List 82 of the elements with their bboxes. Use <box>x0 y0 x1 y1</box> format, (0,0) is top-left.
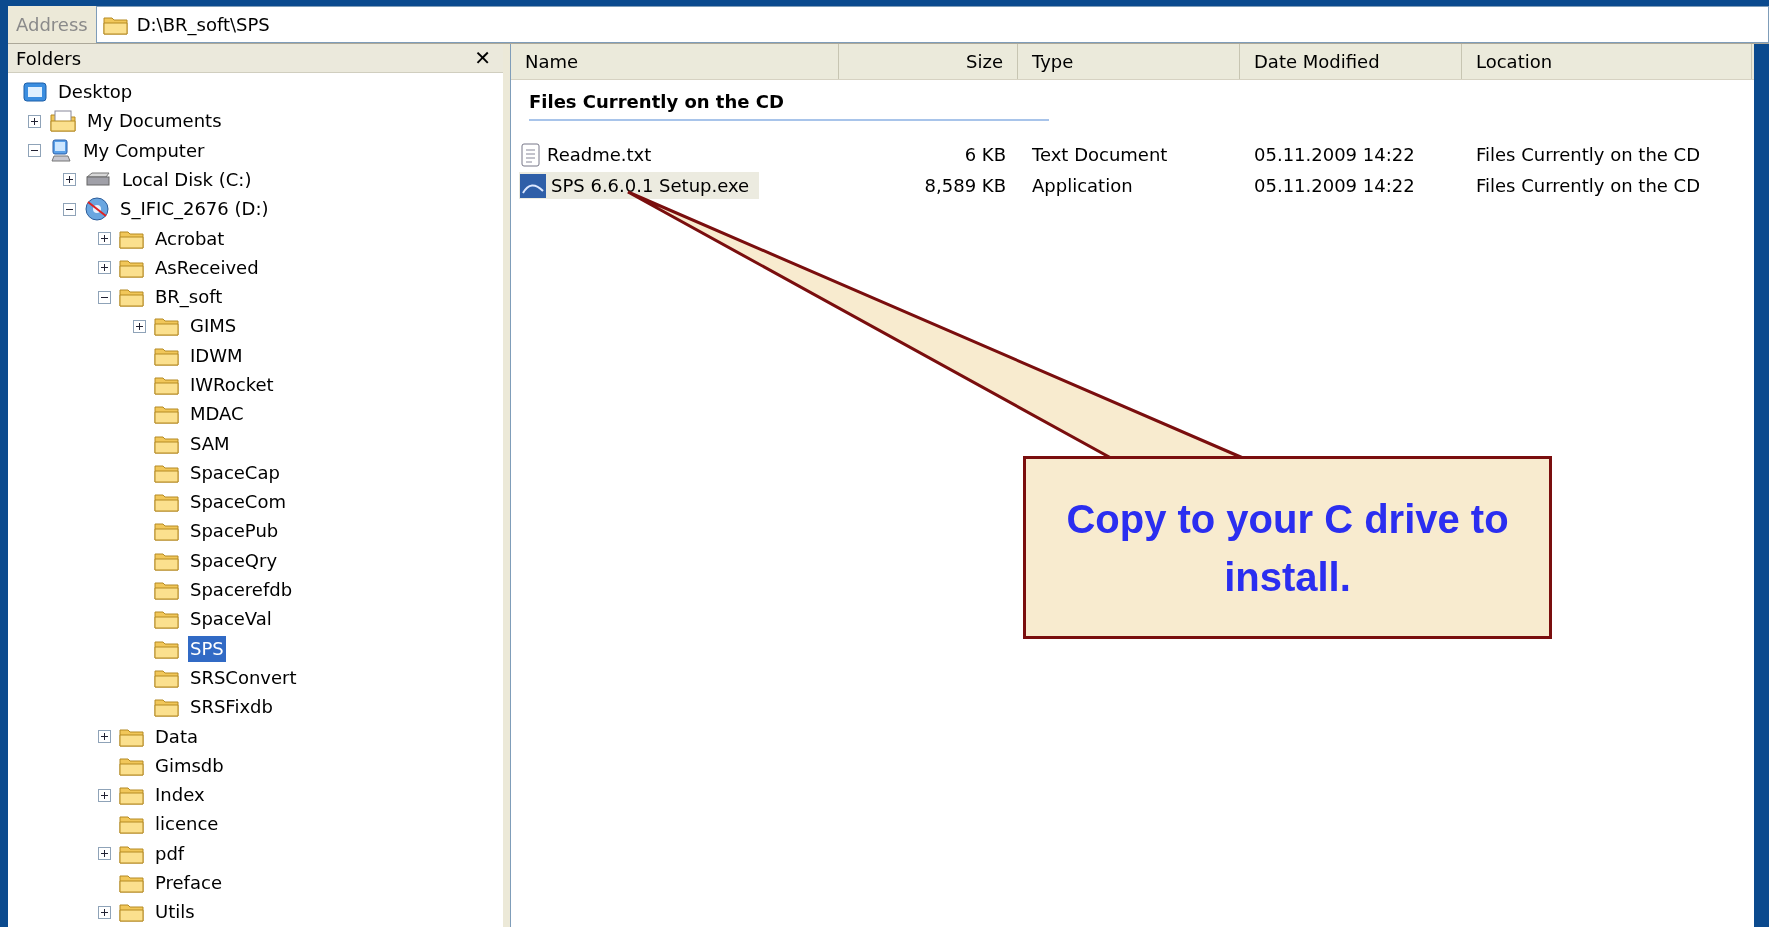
tree-item[interactable]: IWRocket <box>188 372 276 398</box>
table-cell-text: 05.11.2009 14:22 <box>1254 143 1415 167</box>
folder-icon <box>154 374 180 396</box>
tree-item[interactable]: SPS <box>188 635 226 662</box>
table-cell-text: Application <box>1032 174 1133 198</box>
collapse-icon[interactable] <box>63 202 76 216</box>
expand-icon[interactable] <box>133 319 146 333</box>
tree-item[interactable]: pdf <box>153 840 187 867</box>
tree-item[interactable]: SpaceCap <box>188 459 282 486</box>
tree-item[interactable]: My Computer <box>81 137 207 164</box>
expand-icon[interactable] <box>63 173 76 187</box>
folder-icon <box>154 520 180 543</box>
folder-icon <box>154 491 180 514</box>
expand-icon[interactable] <box>28 114 41 128</box>
tree-item[interactable]: Data <box>153 723 200 750</box>
expand-icon[interactable] <box>98 847 111 861</box>
tree-item[interactable]: SpacePub <box>188 518 281 545</box>
file-name[interactable]: SPS 6.6.0.1 Setup.exe <box>519 172 760 199</box>
expand-icon[interactable] <box>98 788 111 802</box>
group-header: Files Currently on the CD <box>529 88 1049 121</box>
tree-item[interactable]: GIMS <box>188 313 239 340</box>
tree-item[interactable]: Utils <box>153 899 197 926</box>
pane-title: Folders <box>16 46 81 71</box>
column-header[interactable]: Size <box>839 44 1018 79</box>
folder-icon <box>119 813 145 836</box>
tree-item[interactable]: SpaceCom <box>188 489 288 516</box>
expand-icon[interactable] <box>98 232 111 245</box>
table-cell-text: 05.11.2009 14:22 <box>1254 174 1415 198</box>
expand-icon[interactable] <box>98 905 111 919</box>
tree-item[interactable]: BR_soft <box>153 284 225 311</box>
collapse-icon[interactable] <box>28 144 41 158</box>
computer-icon <box>49 137 73 164</box>
close-button[interactable]: ✕ <box>470 48 495 69</box>
table-cell-text: Files Currently on the CD <box>1476 143 1701 167</box>
folder-icon <box>154 608 180 631</box>
table-cell-text: Files Currently on the CD <box>1476 174 1701 198</box>
tree-item[interactable]: Acrobat <box>153 225 227 252</box>
folder-icon <box>154 403 180 426</box>
installer-icon <box>519 172 547 199</box>
folder-icon <box>119 901 145 924</box>
column-header[interactable]: Date Modified <box>1240 44 1462 79</box>
tree-item[interactable]: SRSFixdb <box>188 694 275 721</box>
tree-item[interactable]: Local Disk (C:) <box>120 166 254 193</box>
folder-icon <box>119 872 145 895</box>
column-header[interactable]: Location <box>1462 44 1752 79</box>
folder-icon <box>154 696 180 719</box>
table-cell-text: 6 KB <box>964 143 1006 167</box>
tree-item[interactable]: SAM <box>188 430 232 457</box>
tree-item[interactable]: AsReceived <box>153 254 261 281</box>
tree-item[interactable]: Desktop <box>56 79 135 106</box>
tree-item[interactable]: Preface <box>153 870 224 897</box>
table-cell-text: 8,589 KB <box>924 174 1006 198</box>
collapse-icon[interactable] <box>98 290 111 304</box>
tree-item[interactable]: My Documents <box>85 108 224 135</box>
disc-icon <box>84 196 110 223</box>
folder-icon <box>154 315 180 338</box>
documents-icon <box>49 109 77 134</box>
tree-item[interactable]: S_IFIC_2676 (D:) <box>118 196 271 223</box>
tree-item[interactable]: Index <box>153 782 207 809</box>
column-header[interactable]: Name <box>511 44 839 79</box>
expand-icon[interactable] <box>98 730 111 744</box>
folder-icon <box>119 286 145 309</box>
desktop-icon <box>22 80 48 105</box>
tree-item[interactable]: Gimsdb <box>153 752 226 779</box>
tree-item[interactable]: MDAC <box>188 401 246 428</box>
tree-item[interactable]: IDWM <box>188 342 245 369</box>
file-name[interactable]: Readme.txt <box>519 141 662 168</box>
tree-item[interactable]: SRSConvert <box>188 664 299 691</box>
column-header[interactable]: Type <box>1018 44 1240 79</box>
tree-item[interactable]: Spacerefdb <box>188 577 295 604</box>
text-file-icon <box>519 141 543 168</box>
address-field[interactable]: D:\BR_soft\SPS <box>95 6 1769 43</box>
table-cell-text: Text Document <box>1032 143 1168 167</box>
callout-text: Copy to your C drive to install. <box>1065 495 1510 601</box>
drive-icon <box>84 170 112 189</box>
folder-icon <box>154 579 180 602</box>
expand-icon[interactable] <box>98 261 111 275</box>
tree-item[interactable]: SpaceVal <box>188 606 274 633</box>
tree-item[interactable]: SpaceQry <box>188 547 280 574</box>
folder-icon <box>119 784 145 807</box>
tree-item[interactable]: licence <box>153 811 221 838</box>
address-label: Address <box>15 13 89 37</box>
